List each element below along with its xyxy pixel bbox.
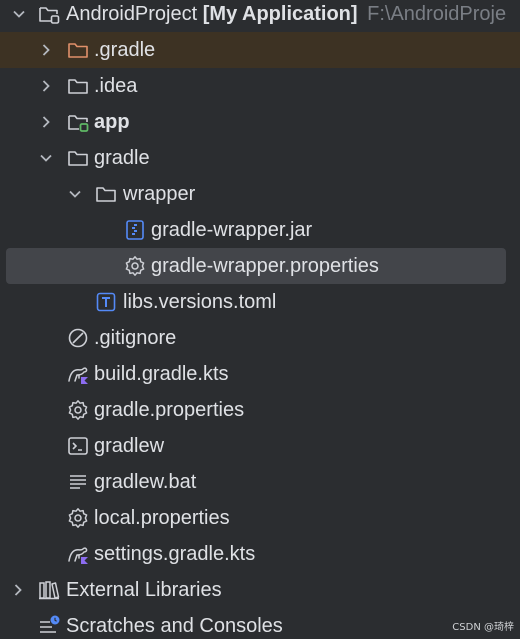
tree-row-app[interactable]: app bbox=[0, 104, 520, 140]
module-folder-icon bbox=[66, 110, 90, 134]
project-root-label: AndroidProject [My Application] F:\Andro… bbox=[66, 0, 506, 32]
tree-item-label: libs.versions.toml bbox=[123, 291, 277, 313]
chevron-right-icon[interactable] bbox=[37, 41, 55, 59]
tree-item-label: gradle-wrapper.properties bbox=[151, 255, 379, 277]
folder-icon bbox=[66, 74, 90, 98]
project-module: [My Application] bbox=[202, 3, 358, 25]
gradle-kotlin-icon bbox=[66, 542, 90, 566]
tree-row-external-libraries[interactable]: External Libraries bbox=[0, 572, 520, 608]
folder-icon bbox=[66, 146, 90, 170]
project-tree: AndroidProject [My Application] F:\Andro… bbox=[0, 0, 520, 639]
tree-row-local-properties[interactable]: local.properties bbox=[0, 500, 520, 536]
tree-item-label: build.gradle.kts bbox=[94, 363, 229, 385]
chevron-down-icon[interactable] bbox=[10, 5, 28, 23]
tree-row-scratches[interactable]: Scratches and Consoles bbox=[0, 608, 520, 639]
gear-icon bbox=[66, 506, 90, 530]
tree-item-label: .gitignore bbox=[94, 327, 177, 349]
tree-row-wrapper-jar[interactable]: gradle-wrapper.jar bbox=[0, 212, 520, 248]
tree-item-label: gradle bbox=[94, 147, 150, 169]
tree-item-label: gradle.properties bbox=[94, 399, 245, 421]
tree-row-wrapper-properties[interactable]: gradle-wrapper.properties bbox=[6, 248, 506, 284]
tree-row-idea[interactable]: .idea bbox=[0, 68, 520, 104]
terminal-icon bbox=[66, 434, 90, 458]
tree-row-gradlew-bat[interactable]: gradlew.bat bbox=[0, 464, 520, 500]
folder-icon bbox=[94, 182, 118, 206]
tree-row-gradlew[interactable]: gradlew bbox=[0, 428, 520, 464]
project-name: AndroidProject bbox=[66, 3, 198, 25]
tree-item-label: gradlew.bat bbox=[94, 471, 197, 493]
gear-icon bbox=[123, 254, 147, 278]
tree-row-libs-versions[interactable]: libs.versions.toml bbox=[0, 284, 520, 320]
chevron-down-icon[interactable] bbox=[66, 185, 84, 203]
tree-row-project-root[interactable]: AndroidProject [My Application] F:\Andro… bbox=[0, 0, 520, 32]
archive-file-icon bbox=[123, 218, 147, 242]
tree-row-gradle-properties[interactable]: gradle.properties bbox=[0, 392, 520, 428]
tree-row-gitignore[interactable]: .gitignore bbox=[0, 320, 520, 356]
tree-item-label: External Libraries bbox=[66, 579, 222, 601]
tree-row-build-gradle[interactable]: build.gradle.kts bbox=[0, 356, 520, 392]
tree-row-gradle-hidden[interactable]: .gradle bbox=[0, 32, 520, 68]
excluded-folder-icon bbox=[66, 38, 90, 62]
tree-item-label: .gradle bbox=[94, 39, 156, 61]
tree-item-label: wrapper bbox=[123, 183, 196, 205]
tree-item-label: local.properties bbox=[94, 507, 230, 529]
chevron-right-icon[interactable] bbox=[9, 581, 27, 599]
toml-file-icon bbox=[94, 290, 118, 314]
tree-item-label: settings.gradle.kts bbox=[94, 543, 256, 565]
gear-icon bbox=[66, 398, 90, 422]
project-folder-icon bbox=[37, 2, 61, 26]
tree-item-label: .idea bbox=[94, 75, 138, 97]
chevron-down-icon[interactable] bbox=[37, 149, 55, 167]
tree-item-label: Scratches and Consoles bbox=[66, 615, 283, 637]
ignore-file-icon bbox=[66, 326, 90, 350]
tree-row-wrapper[interactable]: wrapper bbox=[0, 176, 520, 212]
text-file-icon bbox=[66, 470, 90, 494]
chevron-right-icon[interactable] bbox=[37, 77, 55, 95]
library-icon bbox=[37, 578, 61, 602]
project-path: F:\AndroidProje bbox=[367, 3, 507, 25]
scratches-icon bbox=[37, 614, 61, 638]
tree-item-label: gradle-wrapper.jar bbox=[151, 219, 313, 241]
tree-row-settings-gradle[interactable]: settings.gradle.kts bbox=[0, 536, 520, 572]
tree-item-label: app bbox=[94, 111, 130, 133]
gradle-kotlin-icon bbox=[66, 362, 90, 386]
watermark: CSDN @琦梓 bbox=[452, 622, 514, 633]
tree-item-label: gradlew bbox=[94, 435, 165, 457]
chevron-right-icon[interactable] bbox=[37, 113, 55, 131]
tree-row-gradle-dir[interactable]: gradle bbox=[0, 140, 520, 176]
